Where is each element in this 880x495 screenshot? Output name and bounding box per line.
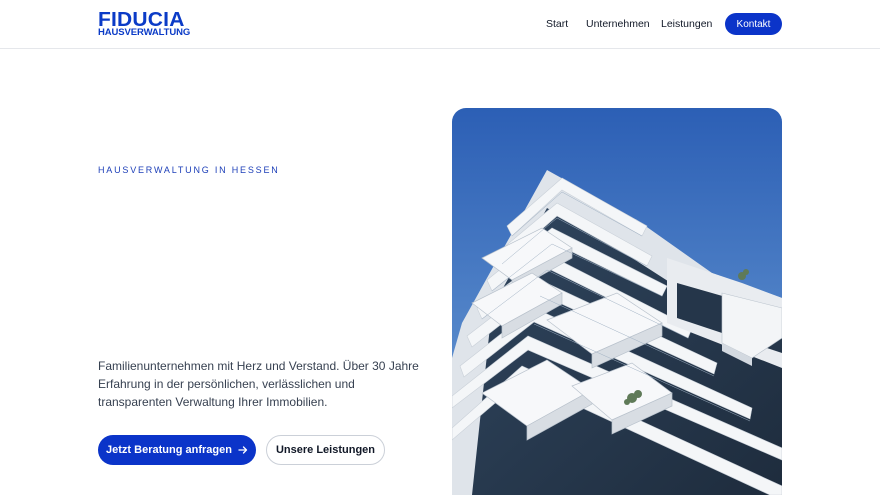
nav-leistungen[interactable]: Leistungen xyxy=(661,18,712,31)
nav-start[interactable]: Start xyxy=(546,18,568,31)
building-illustration xyxy=(452,108,782,495)
consultation-button-label: Jetzt Beratung anfragen xyxy=(106,444,232,456)
site-header: FIDUCIA HAUSVERWALTUNG Start Unternehmen… xyxy=(0,0,880,49)
fiducia-logo[interactable]: FIDUCIA HAUSVERWALTUNG xyxy=(98,10,192,38)
services-button[interactable]: Unsere Leistungen xyxy=(266,435,385,465)
logo-subtitle: HAUSVERWALTUNG xyxy=(98,27,191,38)
hero-building-image xyxy=(452,108,782,495)
hero-description: Familienunternehmen mit Herz und Verstan… xyxy=(98,359,419,409)
consultation-button[interactable]: Jetzt Beratung anfragen xyxy=(98,435,256,465)
arrow-right-icon xyxy=(238,446,248,454)
hero-eyebrow: HAUSVERWALTUNG IN HESSEN xyxy=(98,165,280,175)
nav-unternehmen[interactable]: Unternehmen xyxy=(586,18,650,31)
contact-button[interactable]: Kontakt xyxy=(725,13,782,35)
